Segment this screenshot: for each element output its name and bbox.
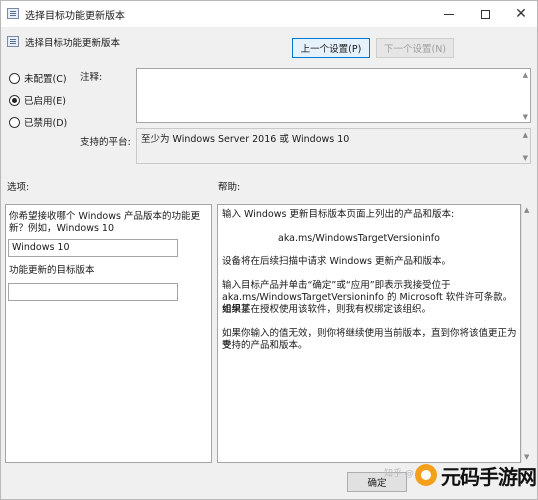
radio-disabled[interactable]: 已禁用(D) xyxy=(9,115,67,129)
radio-circle xyxy=(9,116,20,128)
help-line: 输入目标产品并单击“确定”或“应用”即表示我接受位于 xyxy=(222,280,451,291)
help-title: 帮助: xyxy=(218,182,241,193)
target-version-input[interactable] xyxy=(8,283,178,301)
close-button[interactable]: ✕ xyxy=(503,1,537,27)
radio-enabled[interactable]: 已启用(E) xyxy=(9,93,66,107)
help-panel: 输入 Windows 更新目标版本页面上列出的产品和版本: aka.ms/Win… xyxy=(217,204,521,463)
comment-label: 注释: xyxy=(80,72,103,83)
maximize-button[interactable] xyxy=(467,1,503,27)
scroll-up-icon[interactable]: ▲ xyxy=(523,71,528,79)
target-version-label: 功能更新的目标版本 xyxy=(9,265,95,276)
platform-label: 支持的平台: xyxy=(80,137,131,148)
scroll-down-icon[interactable]: ▼ xyxy=(523,113,528,121)
comment-textarea[interactable]: ▲ ▼ xyxy=(136,68,531,123)
brand-text: 元码手游网 xyxy=(441,464,537,489)
radio-circle xyxy=(9,72,20,84)
previous-setting-button[interactable]: 上一个设置(P) xyxy=(292,38,370,58)
policy-dialog: 选择目标功能更新版本 ✕ 选择目标功能更新版本 上一个设置(P) 下一个设置(N… xyxy=(0,0,538,500)
radio-circle xyxy=(9,94,20,106)
radio-label: 已禁用(D) xyxy=(24,118,68,129)
product-input[interactable]: Windows 10 xyxy=(8,239,178,257)
next-setting-button[interactable]: 下一个设置(N) xyxy=(376,38,454,58)
minimize-button[interactable] xyxy=(431,1,467,27)
maximize-icon xyxy=(480,9,490,19)
policy-icon xyxy=(7,8,19,19)
help-scrollbar[interactable]: ▲ ▼ xyxy=(521,204,532,463)
help-line: 输入 Windows 更新目标版本页面上列出的产品和版本: xyxy=(222,209,455,220)
radio-label: 已启用(E) xyxy=(24,96,66,107)
setting-name: 选择目标功能更新版本 xyxy=(25,38,121,49)
scroll-up-icon[interactable]: ▲ xyxy=(524,206,529,214)
minimize-icon xyxy=(444,13,454,15)
platform-value: 至少为 Windows Server 2016 或 Windows 10 xyxy=(141,134,350,145)
help-line: 设备将在后续扫描中请求 Windows 更新产品和版本。 xyxy=(222,256,451,267)
help-line: aka.ms/WindowsTargetVersioninfo xyxy=(278,233,440,244)
close-icon: ✕ xyxy=(515,6,527,22)
radio-not-configured[interactable]: 未配置(C) xyxy=(9,71,67,85)
options-question-line1: 你希望接收哪个 Windows 产品版本的功能更 xyxy=(9,211,200,222)
brand-logo-icon xyxy=(415,464,437,486)
help-line: 组织正在授权使用该软件，则我有权绑定该组织。 xyxy=(222,304,432,315)
options-question-line2: 新？例如，Windows 10 xyxy=(9,223,115,234)
platform-box: 至少为 Windows Server 2016 或 Windows 10 ▲ ▼ xyxy=(136,128,531,164)
brand-logo: 元码手游网 xyxy=(415,453,537,497)
title-bar: 选择目标功能更新版本 ✕ xyxy=(1,1,537,27)
setting-icon xyxy=(7,36,19,47)
options-title: 选项: xyxy=(7,182,30,193)
scroll-down-icon[interactable]: ▼ xyxy=(523,154,528,162)
window-title: 选择目标功能更新版本 xyxy=(25,11,125,22)
options-panel: 你希望接收哪个 Windows 产品版本的功能更 新？例如，Windows 10… xyxy=(5,204,212,463)
scroll-up-icon[interactable]: ▲ xyxy=(523,131,528,139)
radio-label: 未配置(C) xyxy=(24,74,67,85)
help-line: 支持的产品和版本。 xyxy=(222,340,308,351)
